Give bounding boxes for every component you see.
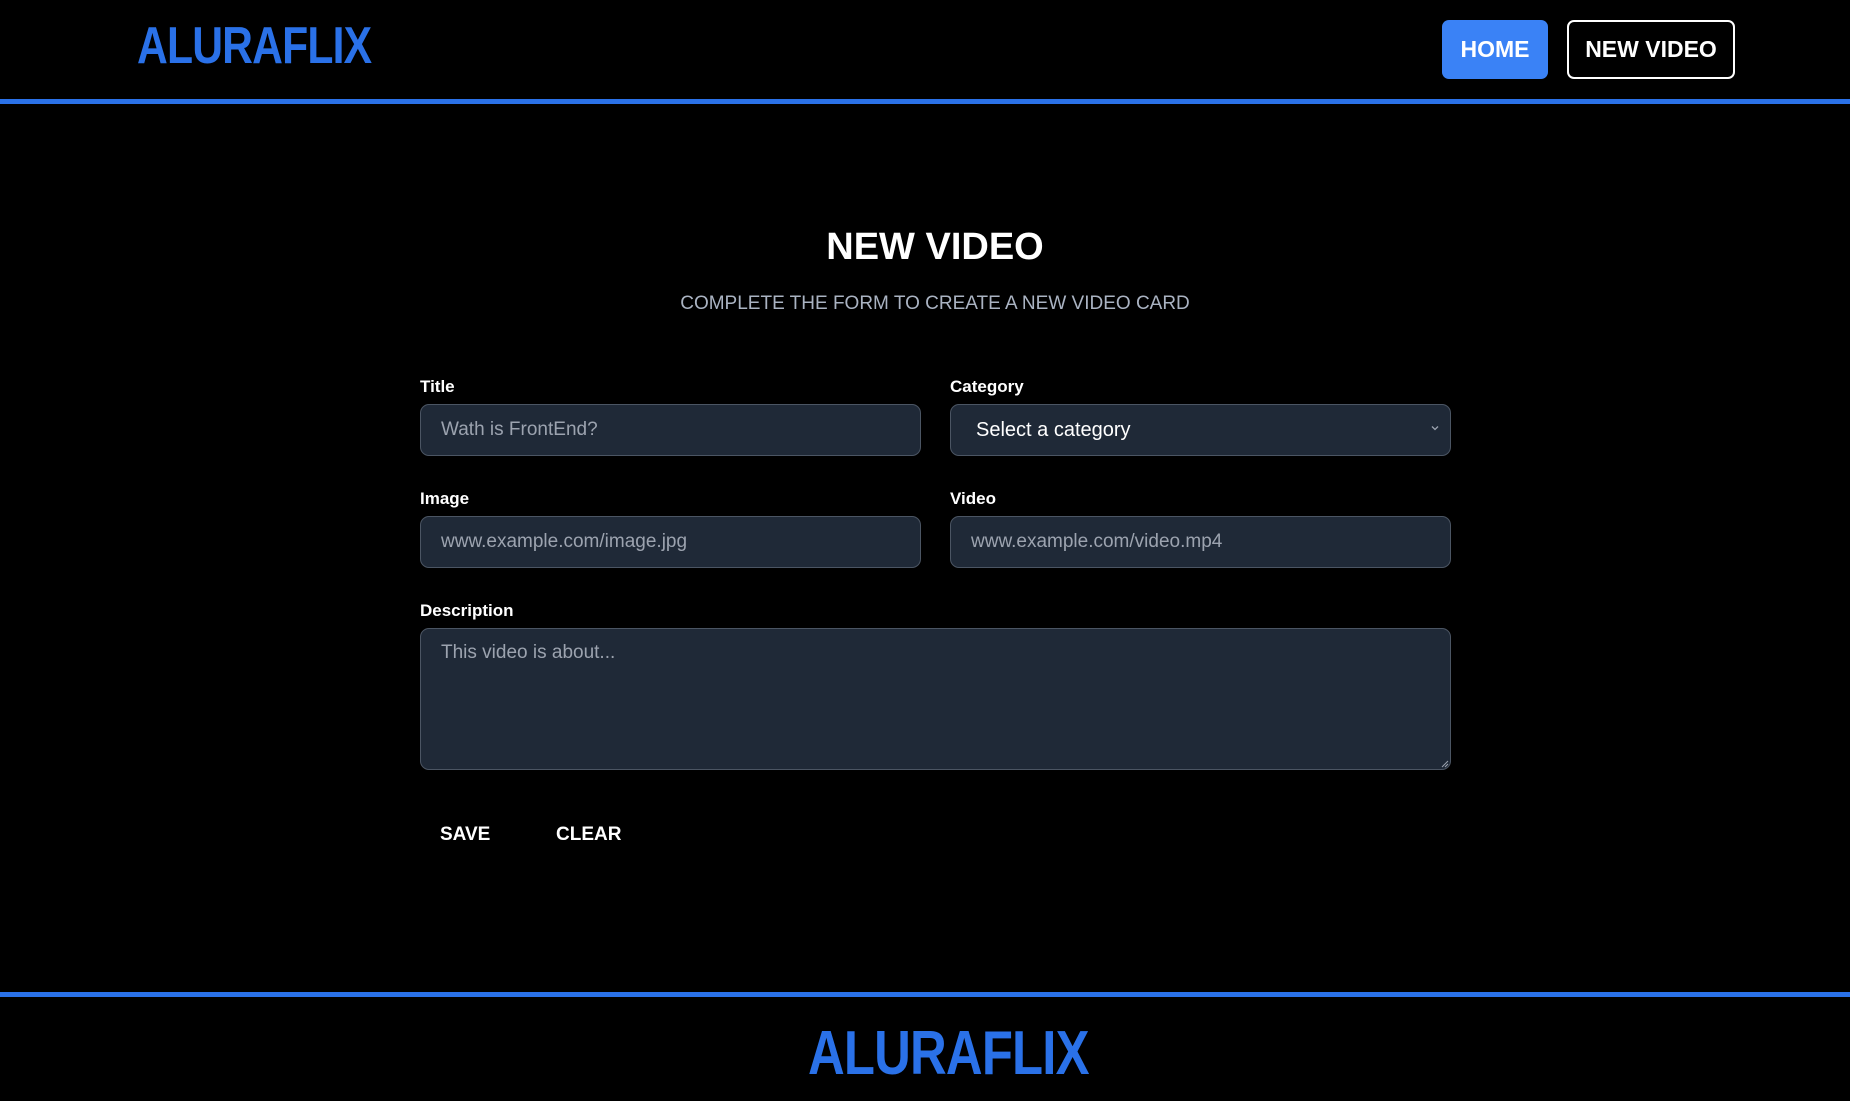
- home-button[interactable]: HOME: [1442, 20, 1548, 79]
- new-video-button[interactable]: NEW VIDEO: [1567, 20, 1735, 79]
- description-label: Description: [420, 601, 514, 620]
- video-url-input[interactable]: [950, 516, 1451, 568]
- category-select-value: Select a category: [976, 418, 1131, 441]
- chevron-down-icon: [1431, 426, 1439, 431]
- header-logo[interactable]: ALURAFLIX: [137, 16, 372, 76]
- page-subtitle: COMPLETE THE FORM TO CREATE A NEW VIDEO …: [680, 293, 1190, 314]
- clear-button[interactable]: CLEAR: [556, 818, 621, 852]
- site-footer: ALURAFLIX: [0, 992, 1850, 1101]
- title-label: Title: [420, 377, 455, 396]
- title-input[interactable]: [420, 404, 921, 456]
- save-button[interactable]: SAVE: [440, 818, 490, 852]
- description-field-wrap: [420, 628, 1451, 770]
- image-label: Image: [420, 489, 470, 508]
- site-header: ALURAFLIX HOME NEW VIDEO: [0, 0, 1850, 104]
- description-textarea[interactable]: [420, 628, 1451, 770]
- page-title: NEW VIDEO: [826, 226, 1044, 268]
- image-url-input[interactable]: [420, 516, 921, 568]
- footer-logo[interactable]: ALURAFLIX: [808, 1018, 1090, 1089]
- category-label: Category: [950, 377, 1024, 396]
- category-select[interactable]: Select a category: [950, 404, 1451, 456]
- resize-handle-icon[interactable]: [1440, 759, 1449, 768]
- video-label: Video: [950, 489, 996, 508]
